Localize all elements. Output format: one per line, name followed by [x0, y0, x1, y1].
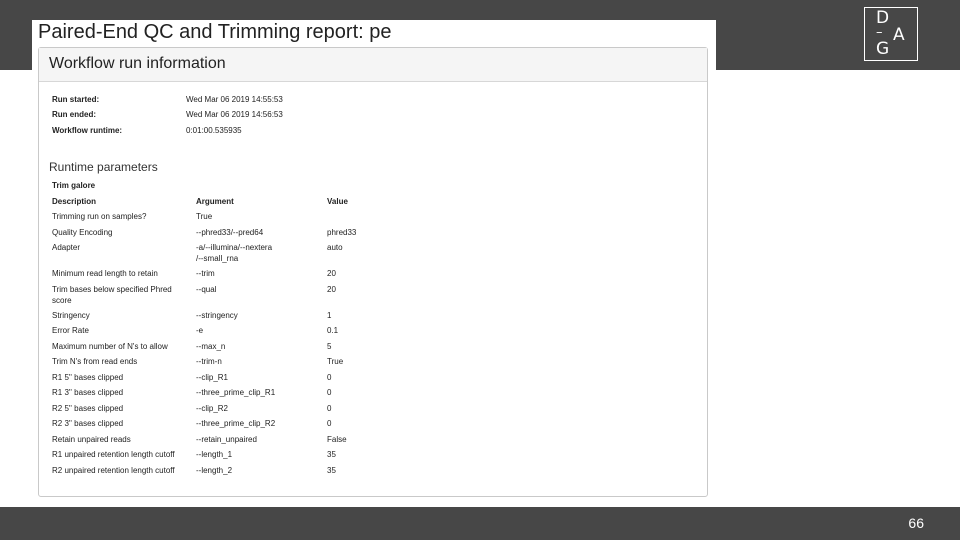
row-value: phred33 — [327, 228, 357, 237]
row-arg: --clip_R1 — [196, 373, 229, 382]
row-desc: R2 3'' bases clipped — [52, 419, 124, 428]
row-desc: R1 5'' bases clipped — [52, 373, 124, 382]
page-number: 66 — [908, 515, 924, 531]
report-screenshot: Paired-End QC and Trimming report: pe Wo… — [32, 20, 716, 500]
row-arg: --trim — [196, 269, 215, 278]
dag-logo: D – A G — [864, 7, 918, 61]
runtime-label: Workflow runtime: — [52, 126, 123, 135]
row-arg: --trim-n — [196, 357, 222, 366]
row-arg: --length_2 — [196, 466, 233, 475]
row-arg: --max_n — [196, 342, 226, 351]
row-desc: Adapter — [52, 243, 81, 252]
row-arg: -e — [196, 326, 204, 335]
row-arg: --phred33/--pred64 — [196, 228, 264, 237]
run-started-value: Wed Mar 06 2019 14:55:53 — [186, 95, 283, 104]
row-desc: Quality Encoding — [52, 228, 113, 237]
row-desc: R1 3'' bases clipped — [52, 388, 124, 397]
column-value: Value — [327, 197, 348, 206]
row-value: 0 — [327, 373, 332, 382]
row-value: 0 — [327, 388, 332, 397]
row-arg: --retain_unpaired — [196, 435, 257, 444]
column-description: Description — [52, 197, 97, 206]
row-arg-line2: /--small_rna — [196, 254, 239, 263]
row-desc: R2 5'' bases clipped — [52, 404, 124, 413]
row-arg: --clip_R2 — [196, 404, 229, 413]
row-value: False — [327, 435, 347, 444]
row-value: 0 — [327, 419, 332, 428]
column-argument: Argument — [196, 197, 234, 206]
runtime-value: 0:01:00.535935 — [186, 126, 242, 135]
row-value: 0.1 — [327, 326, 339, 335]
row-arg: -a/--illumina/--nextera — [196, 243, 273, 252]
runtime-parameters-heading: Runtime parameters — [49, 160, 158, 174]
workflow-panel: Workflow run information Run started: We… — [38, 47, 708, 497]
row-desc: Trim bases below specified Phred — [52, 285, 172, 294]
row-value: 1 — [327, 311, 332, 320]
row-desc-line2: score — [52, 296, 72, 305]
row-value: 20 — [327, 285, 336, 294]
row-value: True — [327, 357, 344, 366]
run-ended-value: Wed Mar 06 2019 14:56:53 — [186, 110, 283, 119]
row-value: 35 — [327, 450, 336, 459]
run-started-label: Run started: — [52, 95, 100, 104]
row-desc: Stringency — [52, 311, 90, 320]
row-value: 20 — [327, 269, 336, 278]
row-desc: Minimum read length to retain — [52, 269, 158, 278]
row-arg: True — [196, 212, 213, 221]
report-title: Paired-End QC and Trimming report: pe — [38, 21, 392, 43]
trim-galore-group: Trim galore — [52, 181, 96, 190]
row-desc: Trim N's from read ends — [52, 357, 138, 366]
panel-header: Workflow run information — [39, 48, 707, 82]
row-desc: R2 unpaired retention length cutoff — [52, 466, 175, 475]
row-desc: Retain unpaired reads — [52, 435, 131, 444]
row-arg: --stringency — [196, 311, 238, 320]
row-desc: R1 unpaired retention length cutoff — [52, 450, 175, 459]
row-desc: Trimming run on samples? — [52, 212, 147, 221]
slide-bottom-band: 66 — [0, 507, 960, 540]
row-value: 35 — [327, 466, 336, 475]
row-value: auto — [327, 243, 343, 252]
row-desc: Maximum number of N's to allow — [52, 342, 168, 351]
panel-title: Workflow run information — [49, 55, 226, 72]
row-arg: --three_prime_clip_R1 — [196, 388, 276, 397]
row-arg: --three_prime_clip_R2 — [196, 419, 276, 428]
run-ended-label: Run ended: — [52, 110, 96, 119]
row-desc: Error Rate — [52, 326, 89, 335]
row-arg: --qual — [196, 285, 217, 294]
row-value: 5 — [327, 342, 332, 351]
logo-letter-g: G — [876, 39, 890, 59]
row-arg: --length_1 — [196, 450, 233, 459]
row-value: 0 — [327, 404, 332, 413]
logo-letter-a: A — [893, 25, 905, 45]
